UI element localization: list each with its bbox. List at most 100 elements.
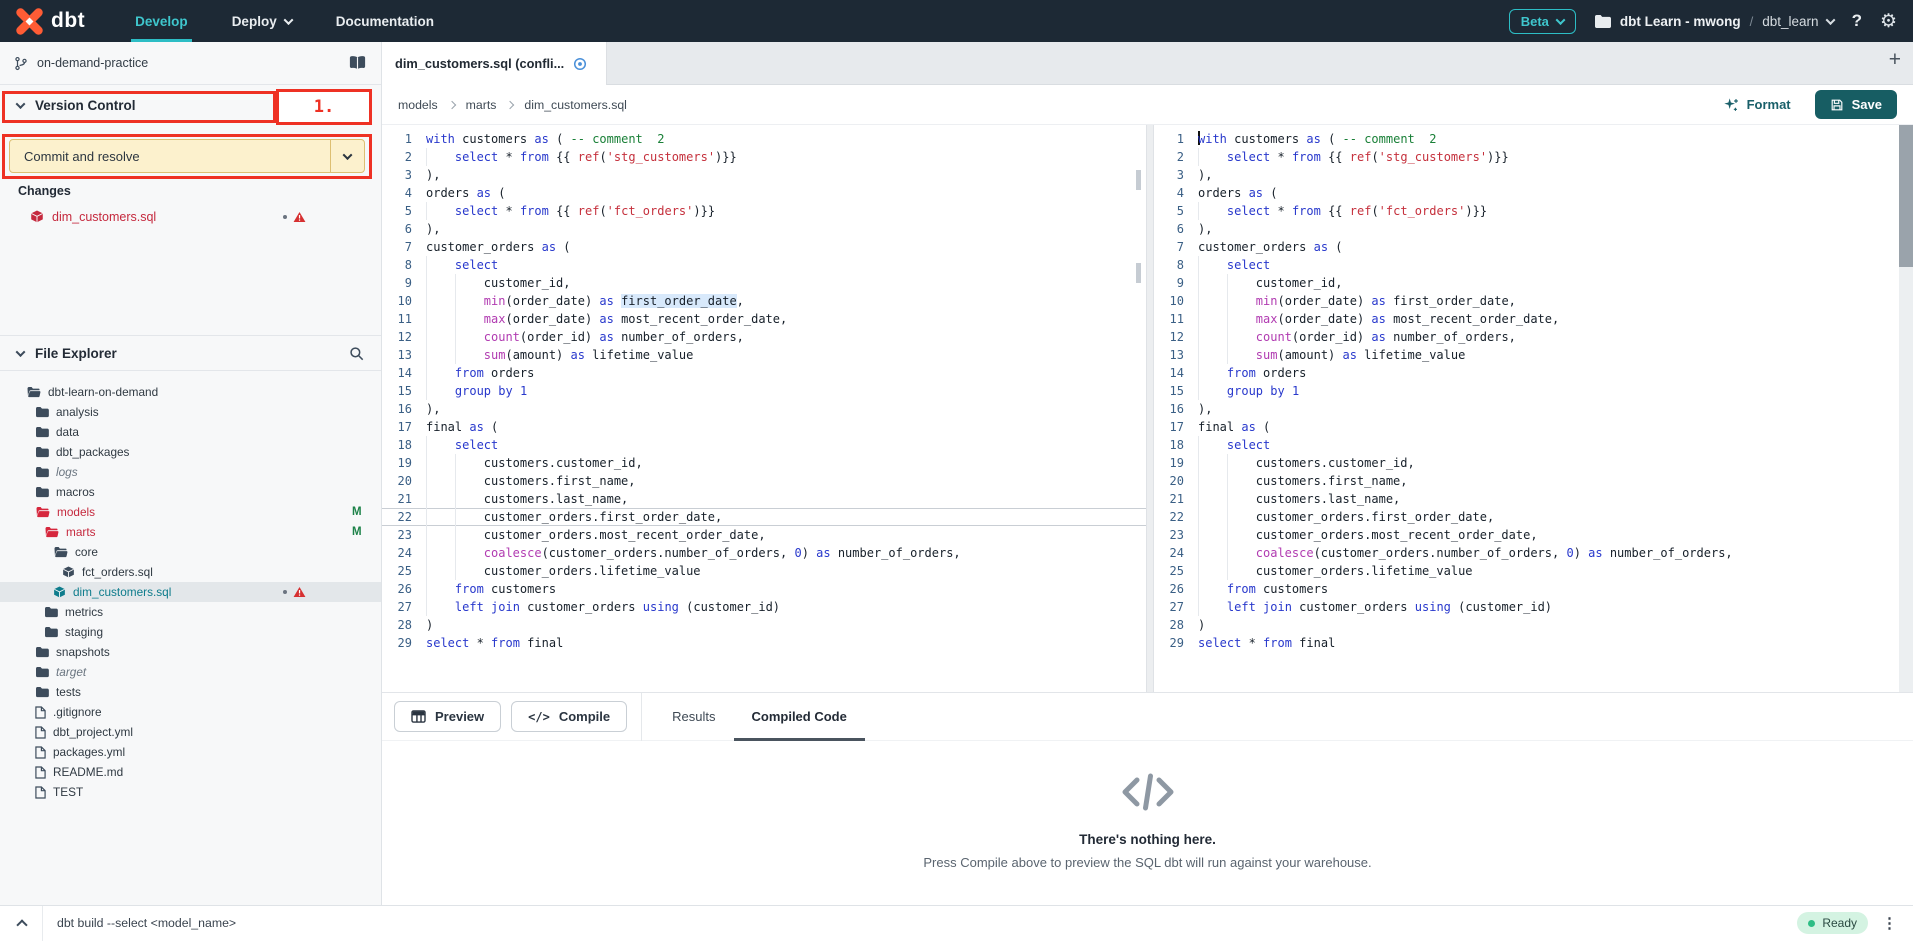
- scrollbar-thumb[interactable]: [1899, 125, 1913, 267]
- line-number: 6: [382, 220, 412, 238]
- code-line: 17final as (: [1154, 418, 1913, 436]
- nav-documentation[interactable]: Documentation: [332, 0, 438, 42]
- nav-develop[interactable]: Develop: [131, 0, 192, 42]
- tree-item-label: target: [56, 665, 86, 679]
- tree-item-label: dbt_packages: [56, 445, 129, 459]
- code-editor-right[interactable]: 1with customers as ( -- comment 22select…: [1154, 125, 1913, 692]
- folder-icon: [35, 486, 49, 498]
- diff-editor: 1with customers as ( -- comment 22select…: [382, 125, 1913, 692]
- tree-item-dbt_packages[interactable]: dbt_packages: [0, 442, 381, 462]
- settings-gear-icon[interactable]: ⚙: [1880, 10, 1897, 33]
- code-line: 29select * from final: [1154, 634, 1913, 652]
- editor-toolbar: models marts dim_customers.sql Format: [382, 85, 1913, 125]
- tab-results[interactable]: Results: [672, 693, 715, 741]
- folder-icon: [35, 406, 49, 418]
- code-line: 15group by 1: [1154, 382, 1913, 400]
- tab-compiled-code[interactable]: Compiled Code: [752, 693, 847, 741]
- tree-item-logs[interactable]: logs: [0, 462, 381, 482]
- tree-item-README.md[interactable]: README.md: [0, 762, 381, 782]
- line-number: 5: [382, 202, 412, 220]
- breadcrumb-file[interactable]: dim_customers.sql: [524, 98, 627, 112]
- dbt-logo-text: dbt: [51, 9, 85, 33]
- breadcrumb-marts[interactable]: marts: [466, 98, 497, 112]
- scrollbar[interactable]: [1899, 125, 1913, 692]
- preview-button[interactable]: Preview: [394, 701, 501, 732]
- folder-open-icon: [35, 506, 50, 518]
- file-explorer-header[interactable]: File Explorer: [0, 335, 381, 371]
- account-switcher[interactable]: dbt Learn - mwong / dbt_learn: [1594, 14, 1834, 29]
- line-number: 20: [1154, 472, 1184, 490]
- help-icon[interactable]: ?: [1852, 11, 1862, 31]
- tree-item-marts[interactable]: martsM: [0, 522, 381, 542]
- tree-item-core[interactable]: core: [0, 542, 381, 562]
- commit-and-resolve-button[interactable]: Commit and resolve: [9, 139, 365, 173]
- open-file-tab[interactable]: dim_customers.sql (confli...: [382, 42, 607, 85]
- code-line: 29select * from final: [382, 634, 1146, 652]
- line-number: 18: [382, 436, 412, 454]
- code-line: 7customer_orders as (: [382, 238, 1146, 256]
- tree-item-fct_orders.sql[interactable]: fct_orders.sql: [0, 562, 381, 582]
- code-line: 10min(order_date) as first_order_date,: [382, 292, 1146, 310]
- folder-icon: [1594, 14, 1611, 28]
- line-number: 28: [382, 616, 412, 634]
- tree-item-macros[interactable]: macros: [0, 482, 381, 502]
- tree-item-models[interactable]: modelsM: [0, 502, 381, 522]
- file-icon: [35, 746, 46, 759]
- docs-book-icon[interactable]: [348, 55, 367, 71]
- git-modified-badge: M: [352, 506, 362, 518]
- git-branch-row[interactable]: on-demand-practice: [0, 42, 381, 85]
- tree-item-dim_customers.sql[interactable]: dim_customers.sql: [0, 582, 381, 602]
- line-number: 29: [382, 634, 412, 652]
- tree-item-analysis[interactable]: analysis: [0, 402, 381, 422]
- line-number: 27: [1154, 598, 1184, 616]
- sparkle-icon: [1723, 97, 1739, 113]
- code-line: 15group by 1: [382, 382, 1146, 400]
- code-line: 13sum(amount) as lifetime_value: [1154, 346, 1913, 364]
- pane-divider[interactable]: [1146, 125, 1154, 692]
- tree-item-snapshots[interactable]: snapshots: [0, 642, 381, 662]
- commit-button-label: Commit and resolve: [10, 140, 330, 172]
- commit-dropdown-caret[interactable]: [330, 140, 364, 172]
- changed-file-row[interactable]: dim_customers.sql: [0, 206, 381, 228]
- tree-item-packages.yml[interactable]: packages.yml: [0, 742, 381, 762]
- line-number: 21: [1154, 490, 1184, 508]
- nav-deploy[interactable]: Deploy: [228, 0, 296, 42]
- project-dropdown[interactable]: dbt_learn: [1762, 14, 1833, 29]
- tree-item-dbt-learn-on-demand[interactable]: dbt-learn-on-demand: [0, 382, 381, 402]
- tree-item-label: README.md: [53, 765, 123, 779]
- chevron-down-icon: [1555, 15, 1565, 25]
- folder-icon: [35, 646, 49, 658]
- line-number: 13: [382, 346, 412, 364]
- tree-item-TEST[interactable]: TEST: [0, 782, 381, 802]
- tree-item-dbt_project.yml[interactable]: dbt_project.yml: [0, 722, 381, 742]
- new-tab-button[interactable]: +: [1889, 48, 1901, 72]
- git-branch-icon: [14, 56, 28, 71]
- code-editor-left[interactable]: 1with customers as ( -- comment 22select…: [382, 125, 1146, 692]
- workspace: on-demand-practice Version Control Commi…: [0, 42, 1913, 905]
- breadcrumb-models[interactable]: models: [398, 98, 438, 112]
- chevron-up-icon[interactable]: [16, 919, 27, 930]
- tree-item-tests[interactable]: tests: [0, 682, 381, 702]
- line-number: 16: [1154, 400, 1184, 418]
- tree-item-data[interactable]: data: [0, 422, 381, 442]
- line-number: 9: [1154, 274, 1184, 292]
- compile-button[interactable]: </> Compile: [511, 701, 627, 732]
- results-toolbar: Preview </> Compile Results Compiled Cod…: [382, 693, 1913, 741]
- save-button[interactable]: Save: [1815, 90, 1897, 119]
- conflict-warning-icon: [293, 586, 306, 598]
- tree-item-staging[interactable]: staging: [0, 622, 381, 642]
- tree-item-label: fct_orders.sql: [82, 565, 153, 579]
- tree-item-target[interactable]: target: [0, 662, 381, 682]
- code-line: 10min(order_date) as first_order_date,: [1154, 292, 1913, 310]
- format-button[interactable]: Format: [1723, 97, 1791, 113]
- command-input[interactable]: dbt build --select <model_name>: [57, 916, 236, 930]
- line-number: 4: [382, 184, 412, 202]
- tree-item-.gitignore[interactable]: .gitignore: [0, 702, 381, 722]
- kebab-menu-icon[interactable]: ⋮: [1882, 914, 1897, 932]
- search-icon[interactable]: [349, 346, 364, 361]
- dbt-logo[interactable]: dbt: [16, 0, 85, 42]
- line-number: 8: [1154, 256, 1184, 274]
- tree-item-metrics[interactable]: metrics: [0, 602, 381, 622]
- beta-dropdown[interactable]: Beta: [1509, 9, 1576, 34]
- line-number: 28: [1154, 616, 1184, 634]
